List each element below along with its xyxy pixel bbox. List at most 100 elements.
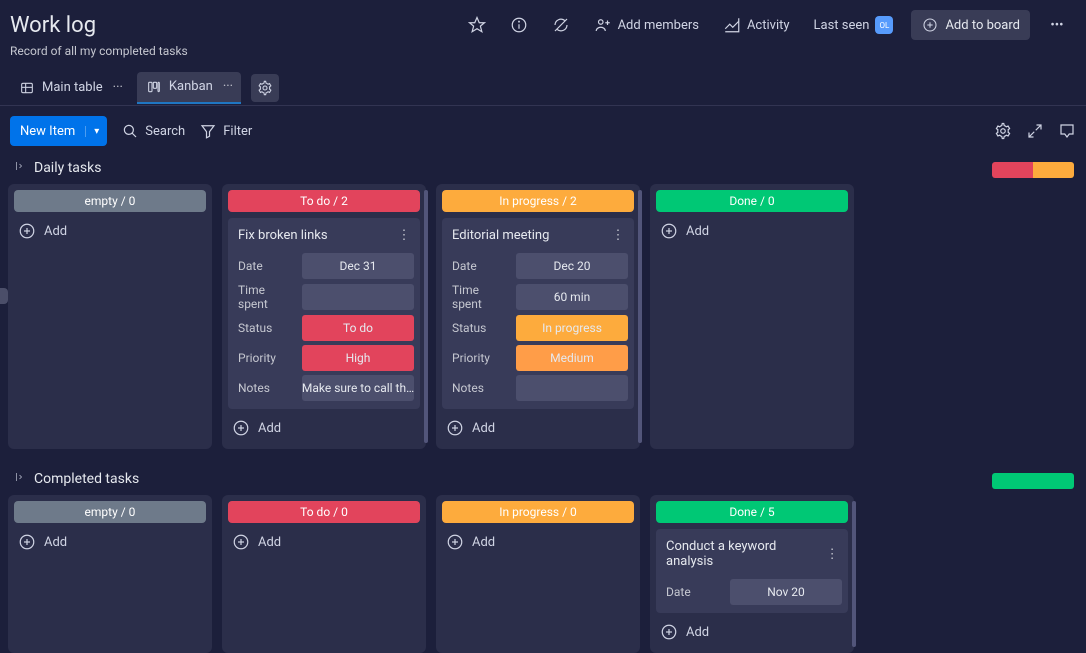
kanban-card[interactable]: Fix broken links ⋮ Date Dec 31 Time spen…: [228, 218, 420, 409]
column-header[interactable]: In progress / 0: [442, 501, 634, 523]
column-header[interactable]: To do / 2: [228, 190, 420, 212]
card-title[interactable]: Fix broken links: [238, 228, 328, 243]
add-card-button[interactable]: Add: [656, 613, 848, 647]
activity-icon: [723, 16, 741, 34]
card-title[interactable]: Editorial meeting: [452, 228, 549, 243]
column-header[interactable]: Done / 0: [656, 190, 848, 212]
view-kanban-menu[interactable]: ···: [219, 79, 233, 94]
scrollbar[interactable]: [424, 190, 428, 443]
field-value[interactable]: [516, 375, 628, 401]
field-value[interactable]: To do: [302, 315, 414, 341]
field-value[interactable]: High: [302, 345, 414, 371]
kanban-column: Done / 0Add: [650, 184, 854, 449]
field-value[interactable]: In progress: [516, 315, 628, 341]
view-settings-button[interactable]: [251, 74, 279, 102]
sync-button[interactable]: [546, 12, 576, 38]
kanban-settings-button[interactable]: [994, 122, 1012, 140]
gear-icon: [994, 122, 1012, 140]
new-item-button[interactable]: New Item ▾: [10, 116, 107, 146]
group-summary-bar: [992, 473, 1074, 489]
field-label: Priority: [452, 351, 508, 365]
side-panel-toggle[interactable]: [0, 288, 8, 304]
kanban-column: empty / 0Add: [8, 184, 212, 449]
kanban-column: In progress / 2 Editorial meeting ⋮ Date…: [436, 184, 640, 449]
group-collapse[interactable]: [12, 471, 26, 487]
expand-icon: [1026, 122, 1044, 140]
group-collapse[interactable]: [12, 160, 26, 176]
field-value[interactable]: Dec 31: [302, 253, 414, 279]
field-label: Notes: [238, 381, 294, 395]
group-name[interactable]: Completed tasks: [34, 471, 139, 487]
card-menu[interactable]: ⋮: [396, 228, 412, 243]
scrollbar[interactable]: [852, 501, 856, 647]
view-main-table-menu[interactable]: ···: [109, 80, 123, 95]
field-label: Priority: [238, 351, 294, 365]
plus-circle-icon: [446, 419, 464, 437]
add-members-button[interactable]: Add members: [588, 12, 705, 38]
add-card-button[interactable]: Add: [656, 212, 848, 246]
field-value[interactable]: Make sure to call th…: [302, 375, 414, 401]
new-item-label: New Item: [10, 124, 85, 139]
add-card-label: Add: [258, 535, 281, 550]
add-card-button[interactable]: Add: [442, 409, 634, 443]
add-members-label: Add members: [618, 18, 699, 33]
card-menu[interactable]: ⋮: [824, 547, 840, 562]
board-title[interactable]: Work log: [10, 13, 96, 38]
add-card-button[interactable]: Add: [14, 212, 206, 246]
column-header[interactable]: empty / 0: [14, 190, 206, 212]
card-title[interactable]: Conduct a keyword analysis: [666, 539, 824, 569]
plus-circle-icon: [660, 623, 678, 641]
card-menu[interactable]: ⋮: [610, 228, 626, 243]
add-card-button[interactable]: Add: [228, 523, 420, 557]
scrollbar[interactable]: [638, 190, 642, 443]
new-item-dropdown[interactable]: ▾: [85, 126, 107, 137]
plus-circle-icon: [446, 533, 464, 551]
kanban-card[interactable]: Conduct a keyword analysis ⋮ Date Nov 20: [656, 529, 848, 613]
sync-off-icon: [552, 16, 570, 34]
column-header[interactable]: To do / 0: [228, 501, 420, 523]
expand-button[interactable]: [1026, 122, 1044, 140]
field-value[interactable]: Nov 20: [730, 579, 842, 605]
filter-icon: [199, 122, 217, 140]
last-seen[interactable]: Last seen OL: [808, 12, 900, 38]
add-card-button[interactable]: Add: [442, 523, 634, 557]
activity-label: Activity: [747, 18, 790, 33]
field-label: Notes: [452, 381, 508, 395]
field-label: Time spent: [452, 283, 508, 311]
field-value[interactable]: Medium: [516, 345, 628, 371]
avatar: OL: [875, 16, 893, 34]
plus-circle-icon: [921, 16, 939, 34]
view-main-table[interactable]: Main table ···: [10, 73, 131, 103]
column-header[interactable]: In progress / 2: [442, 190, 634, 212]
add-card-button[interactable]: Add: [228, 409, 420, 443]
view-main-table-label: Main table: [42, 80, 103, 95]
view-kanban[interactable]: Kanban ···: [137, 72, 241, 104]
field-label: Date: [452, 259, 508, 273]
field-value[interactable]: [302, 284, 414, 310]
add-card-label: Add: [258, 421, 281, 436]
add-card-label: Add: [44, 535, 67, 550]
add-card-button[interactable]: Add: [14, 523, 206, 557]
add-to-board-button[interactable]: Add to board: [911, 10, 1030, 40]
field-value[interactable]: 60 min: [516, 284, 628, 310]
info-button[interactable]: [504, 12, 534, 38]
kanban-card[interactable]: Editorial meeting ⋮ Date Dec 20 Time spe…: [442, 218, 634, 409]
kanban-column: Done / 5 Conduct a keyword analysis ⋮ Da…: [650, 495, 854, 653]
group-name[interactable]: Daily tasks: [34, 160, 101, 176]
plus-circle-icon: [18, 222, 36, 240]
filter-button[interactable]: Filter: [199, 122, 252, 140]
view-kanban-label: Kanban: [169, 79, 213, 94]
gear-icon: [256, 79, 274, 97]
info-icon: [510, 16, 528, 34]
column-header[interactable]: empty / 0: [14, 501, 206, 523]
field-label: Status: [452, 321, 508, 335]
board-subtitle: Record of all my completed tasks: [0, 44, 1086, 66]
board-menu-button[interactable]: •••: [1042, 12, 1072, 38]
search-button[interactable]: Search: [121, 122, 185, 140]
table-icon: [18, 79, 36, 97]
star-button[interactable]: [462, 12, 492, 38]
activity-button[interactable]: Activity: [717, 12, 796, 38]
field-value[interactable]: Dec 20: [516, 253, 628, 279]
column-header[interactable]: Done / 5: [656, 501, 848, 523]
comments-button[interactable]: [1058, 122, 1076, 140]
